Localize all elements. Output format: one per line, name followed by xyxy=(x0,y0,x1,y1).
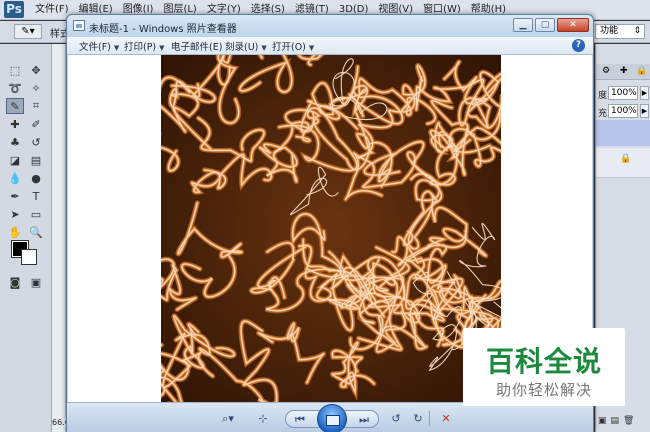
vertical-ruler xyxy=(52,44,66,432)
hand-tool-icon[interactable]: ✋ xyxy=(6,224,24,240)
viewer-menu-print[interactable]: 打印(P) ▼ xyxy=(124,39,165,53)
shape-tool-icon[interactable]: ▭ xyxy=(27,206,45,222)
marquee-tool-icon[interactable]: ⬚ xyxy=(6,62,24,78)
healing-brush-icon[interactable]: ✚ xyxy=(6,116,24,132)
eyedropper-tool-icon[interactable]: ✎ xyxy=(6,98,24,114)
new-group-icon[interactable]: ▤ xyxy=(611,416,620,432)
photoshop-toolbox: ⬚ ✥ ➰ ✧ ✎ ⌗ ✚ ✐ ♣ ↺ ◪ ▤ 💧 ● ✒ T ➤ ▭ ✋ 🔍 … xyxy=(0,44,52,432)
background-color-swatch[interactable] xyxy=(21,249,37,265)
current-tool-preset[interactable]: ✎▾ xyxy=(14,24,42,39)
watermark-badge: 百科全说 助你轻松解决 xyxy=(463,328,625,406)
layer-lock-icon: 🔒 xyxy=(620,154,632,164)
watermark-subtitle: 助你轻松解决 xyxy=(495,381,592,399)
next-icon[interactable]: ⏭ xyxy=(356,412,372,427)
fill-dropdown-icon[interactable]: ▶ xyxy=(640,104,649,118)
new-layer-icon[interactable]: ▣ xyxy=(598,416,607,432)
slideshow-button[interactable] xyxy=(317,404,347,432)
opacity-dropdown-icon[interactable]: ▶ xyxy=(640,86,649,100)
chevron-down-icon: ▼ xyxy=(159,44,165,52)
copper-swirl-texture xyxy=(161,55,501,402)
viewer-titlebar[interactable]: 未标题-1 - Windows 照片查看器 ▁ ▢ ✕ xyxy=(67,15,593,37)
chevron-down-icon: ▼ xyxy=(261,44,267,52)
updown-arrow-icon: ⇕ xyxy=(633,26,641,36)
lock-all-icon[interactable]: 🔒 xyxy=(636,66,647,76)
chevron-down-icon: ▼ xyxy=(308,44,315,52)
viewer-menu-file-label: 文件(F) xyxy=(79,42,111,53)
magic-wand-icon[interactable]: ✧ xyxy=(27,80,45,96)
clone-stamp-icon[interactable]: ♣ xyxy=(6,134,24,150)
viewer-menu-file[interactable]: 文件(F) ▼ xyxy=(79,39,119,53)
dodge-tool-icon[interactable]: ● xyxy=(27,170,45,186)
actual-size-icon[interactable]: ⊹ xyxy=(255,411,271,426)
viewer-menu-email-label: 电子邮件(E) xyxy=(171,42,223,53)
screen-mode-icon[interactable]: ▣ xyxy=(27,274,45,290)
zoom-tool-icon[interactable]: 🔍 xyxy=(27,224,45,240)
chevron-down-icon: ▼ xyxy=(113,44,120,52)
rotate-counterclockwise-icon[interactable]: ↺ xyxy=(389,411,403,426)
photo-viewer-app-icon xyxy=(73,20,85,31)
watermark-title: 百科全说 xyxy=(485,345,602,378)
viewer-menu-burn[interactable]: 刻录(U) ▼ xyxy=(225,39,267,53)
lock-position-icon[interactable]: ✚ xyxy=(620,66,628,76)
viewer-menu-burn-label: 刻录(U) xyxy=(225,42,259,53)
trash-icon[interactable]: 🗑 xyxy=(623,416,634,432)
eyedropper-icon: ✎▾ xyxy=(21,26,35,37)
history-brush-icon[interactable]: ↺ xyxy=(27,134,45,150)
help-icon[interactable]: ? xyxy=(572,39,585,52)
quick-mask-icon[interactable]: ◙ xyxy=(6,274,24,290)
viewer-menu-print-label: 打印(P) xyxy=(124,42,157,53)
window-title: 未标题-1 - Windows 照片查看器 xyxy=(89,24,237,35)
crop-tool-icon[interactable]: ⌗ xyxy=(27,98,45,114)
layers-panel-footer: ▣ ▤ 🗑 xyxy=(596,416,650,432)
viewer-control-bar: ⌕▾ ⊹ ⏮ ⏭ ↺ ↻ ✕ xyxy=(67,402,593,432)
photoshop-logo: Ps xyxy=(4,1,24,18)
type-tool-icon[interactable]: T xyxy=(27,188,45,204)
lock-pixels-icon[interactable]: ⚙ xyxy=(602,66,610,76)
caption-buttons: ▁ ▢ ✕ xyxy=(513,18,589,32)
viewer-menu-email[interactable]: 电子邮件(E) xyxy=(171,39,222,53)
zoom-icon[interactable]: ⌕▾ xyxy=(217,411,239,426)
maximize-icon[interactable]: ▢ xyxy=(535,18,555,32)
close-icon[interactable]: ✕ xyxy=(557,18,589,32)
viewer-menu-open-label: 打开(O) xyxy=(272,42,306,53)
pen-tool-icon[interactable]: ✒ xyxy=(6,188,24,204)
previous-icon[interactable]: ⏮ xyxy=(292,412,308,427)
layers-panel-header: ⚙ ✚ 🔒 xyxy=(596,64,650,80)
viewer-menubar: 文件(F) ▼ 打印(P) ▼ 电子邮件(E) 刻录(U) ▼ 打开(O) ▼ ? xyxy=(67,37,593,55)
rotate-clockwise-icon[interactable]: ↻ xyxy=(411,411,425,426)
blur-tool-icon[interactable]: 💧 xyxy=(6,170,24,186)
selected-layer-row[interactable] xyxy=(596,120,650,146)
opacity-field[interactable]: 100% xyxy=(608,86,638,100)
path-select-icon[interactable]: ➤ xyxy=(6,206,24,222)
brush-tool-icon[interactable]: ✐ xyxy=(27,116,45,132)
workspace-label: 功能 xyxy=(600,26,619,36)
viewer-menu-open[interactable]: 打开(O) ▼ xyxy=(272,39,314,53)
fill-field[interactable]: 100% xyxy=(608,104,638,118)
minimize-icon[interactable]: ▁ xyxy=(513,18,533,32)
delete-icon[interactable]: ✕ xyxy=(439,411,453,426)
gradient-tool-icon[interactable]: ▤ xyxy=(27,152,45,168)
move-tool-icon[interactable]: ✥ xyxy=(27,62,45,78)
eraser-tool-icon[interactable]: ◪ xyxy=(6,152,24,168)
separator xyxy=(429,411,430,426)
lasso-tool-icon[interactable]: ➰ xyxy=(6,80,24,96)
displayed-image xyxy=(161,55,501,402)
workspace-switcher[interactable]: 功能 ⇕ xyxy=(595,24,645,39)
